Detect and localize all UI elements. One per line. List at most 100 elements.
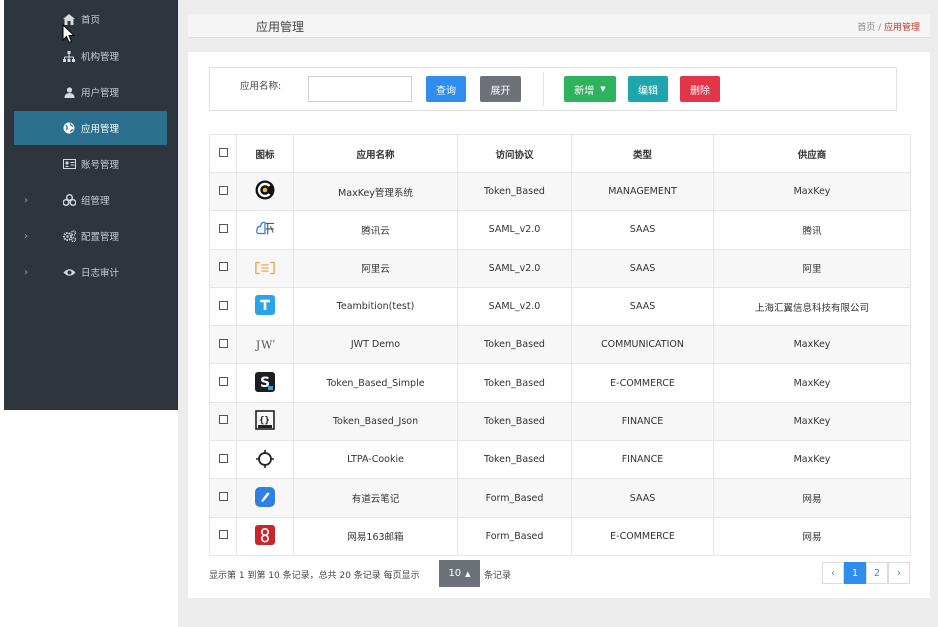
table-row[interactable]: 网易163邮箱 Form_Based E-COMMERCE 网易 (209, 516, 911, 556)
table-row[interactable]: Teambition(test) SAML_v2.0 SAAS 上海汇翼信息科技… (209, 286, 911, 327)
expand-button[interactable]: 展开 (480, 76, 521, 102)
column-header-icon[interactable]: 图标 (236, 134, 294, 173)
caret-up-icon: ▲ (465, 569, 471, 578)
delete-button[interactable]: 删除 (680, 76, 720, 102)
protocol-cell: Token_Based (457, 401, 572, 442)
chevron-right-icon: › (24, 266, 28, 278)
type-cell: E-COMMERCE (571, 516, 714, 556)
sidebar-item-audit[interactable]: › 日志审计 (4, 255, 178, 289)
row-checkbox[interactable] (218, 300, 228, 310)
row-checkbox[interactable] (218, 453, 228, 463)
row-checkbox[interactable] (218, 377, 228, 387)
pagination-summary: 显示第 1 到第 10 条记录，总共 20 条记录 每页显示 (209, 571, 420, 581)
sidebar-item-users[interactable]: 用户管理 (4, 75, 178, 109)
sidebar-item-label: 机构管理 (81, 52, 120, 63)
select-all-cell[interactable] (209, 134, 237, 173)
netease-mail-icon (255, 524, 275, 545)
app-name-cell: Token_Based_Simple (293, 363, 458, 403)
table-row[interactable]: JWT JWT Demo Token_Based COMMUNICATION M… (209, 325, 911, 365)
page-size-select[interactable]: 10 ▲ (439, 560, 480, 587)
table-row[interactable]: 有道云笔记 Form_Based SAAS 网易 (209, 478, 911, 518)
sidebar-item-config[interactable]: › 配置管理 (4, 219, 178, 253)
row-checkbox[interactable] (218, 492, 228, 502)
app-name-cell: LTPA-Cookie (293, 440, 458, 480)
vendor-cell: 网易 (713, 516, 911, 556)
chevron-right-icon: › (24, 230, 28, 242)
user-icon (62, 85, 76, 99)
sidebar-item-label: 首页 (81, 15, 101, 26)
group-icon (62, 193, 76, 207)
search-toolbar: 应用名称: 查询 展开 新增 ▼ 编辑 删除 (209, 67, 897, 111)
globe-icon (62, 121, 76, 135)
svg-text:JWT: JWT (255, 338, 275, 351)
eye-icon (62, 265, 76, 279)
sidebar-item-groups[interactable]: › 组管理 (4, 183, 178, 217)
breadcrumb-current: 应用管理 (883, 23, 920, 33)
column-header-vendor[interactable]: 供应商 (713, 134, 911, 173)
row-checkbox[interactable] (218, 185, 228, 195)
table-row[interactable]: 阿里云 SAML_v2.0 SAAS 阿里 (209, 248, 911, 288)
protocol-cell: Token_Based (457, 363, 572, 403)
app-name-cell: Token_Based_Json (293, 401, 458, 442)
protocol-cell: Token_Based (457, 440, 572, 480)
sidebar-item-home[interactable]: 首页 (4, 2, 178, 36)
table-row[interactable]: LTPA-Cookie Token_Based FINANCE MaxKey (209, 440, 911, 480)
app-name-input[interactable] (308, 76, 412, 102)
type-cell: SAAS (571, 248, 714, 288)
query-button[interactable]: 查询 (426, 76, 466, 102)
row-checkbox[interactable] (218, 338, 228, 348)
sidebar-item-label: 用户管理 (81, 88, 120, 99)
add-button[interactable]: 新增 ▼ (564, 76, 616, 102)
column-header-name[interactable]: 应用名称 (293, 134, 458, 173)
sidebar-item-label: 配置管理 (81, 232, 120, 243)
sidebar-item-label: 日志审计 (81, 268, 120, 279)
vendor-cell: MaxKey (713, 401, 911, 442)
page-title: 应用管理 (256, 20, 305, 34)
sitemap-icon (62, 49, 76, 63)
sidebar-item-org[interactable]: 机构管理 (4, 39, 178, 73)
column-header-type[interactable]: 类型 (571, 134, 714, 173)
row-checkbox[interactable] (218, 530, 228, 540)
breadcrumb-home[interactable]: 首页 (857, 23, 875, 33)
sidebar-item-label: 账号管理 (81, 160, 120, 171)
app-name-cell: 腾讯云 (293, 210, 458, 250)
vendor-cell: MaxKey (713, 363, 911, 403)
breadcrumb-separator: / (875, 23, 884, 33)
edit-button[interactable]: 编辑 (628, 76, 668, 102)
ltpa-icon (255, 449, 275, 469)
title-bar: 应用管理 首页 / 应用管理 (188, 14, 930, 38)
protocol-cell: Token_Based (457, 325, 572, 365)
protocol-cell: Form_Based (457, 478, 572, 518)
page-size-suffix: 条记录 (484, 571, 512, 581)
next-page-button[interactable]: › (888, 562, 910, 584)
column-header-protocol[interactable]: 访问协议 (457, 134, 572, 173)
row-checkbox[interactable] (218, 262, 228, 272)
table-row[interactable]: S Token_Based_Simple Token_Based E-COMME… (209, 363, 911, 403)
prev-page-button[interactable]: ‹ (822, 562, 844, 584)
page-button-2[interactable]: 2 (866, 562, 888, 584)
table-row[interactable]: 腾讯云 SAML_v2.0 SAAS 腾讯 (209, 210, 911, 250)
id-card-icon (62, 157, 76, 171)
jwt-icon: JWT (255, 334, 275, 354)
tencent-cloud-icon (255, 218, 275, 238)
protocol-cell: Form_Based (457, 516, 572, 556)
row-checkbox[interactable] (218, 223, 228, 233)
maxkey-icon (255, 180, 275, 200)
protocol-cell: SAML_v2.0 (457, 286, 572, 327)
youdao-note-icon (255, 486, 275, 507)
table-row[interactable]: {} Token_Based_Json Token_Based FINANCE … (209, 401, 911, 442)
mouse-cursor-icon (62, 23, 76, 44)
json-icon: {} (255, 410, 275, 430)
app-name-cell: 有道云笔记 (293, 478, 458, 518)
sidebar-item-label: 应用管理 (81, 124, 120, 135)
select-all-checkbox[interactable] (218, 147, 228, 157)
sidebar-item-apps[interactable]: 应用管理 (14, 111, 167, 145)
add-button-label: 新增 (574, 85, 595, 97)
app-name-cell: Teambition(test) (293, 286, 458, 327)
page-button-1[interactable]: 1 (844, 562, 866, 584)
app-name-cell: JWT Demo (293, 325, 458, 365)
vendor-cell: MaxKey (713, 171, 911, 212)
row-checkbox[interactable] (218, 415, 228, 425)
table-row[interactable]: MaxKey管理系统 Token_Based MANAGEMENT MaxKey (209, 171, 911, 212)
sidebar-item-accounts[interactable]: 账号管理 (4, 147, 178, 181)
